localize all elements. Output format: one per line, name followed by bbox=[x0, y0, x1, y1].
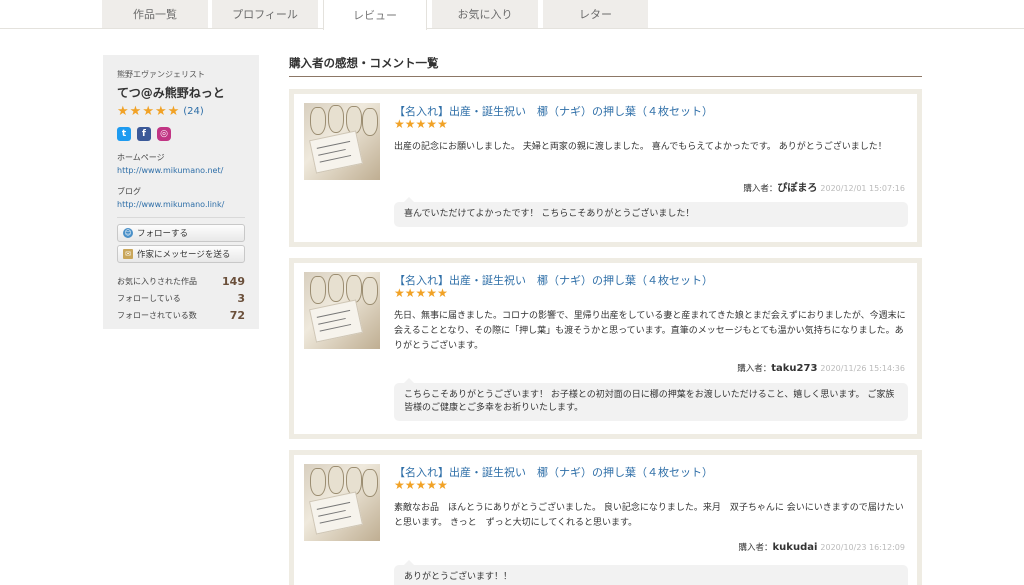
tab-reviews[interactable]: レビュー bbox=[323, 0, 427, 30]
buyer-prefix: 購入者： bbox=[738, 543, 773, 553]
star-icon: ★ bbox=[415, 117, 427, 131]
blog-link[interactable]: http://www.mikumano.link/ bbox=[117, 200, 245, 209]
stat-label: お気に入りされた作品 bbox=[117, 277, 197, 286]
review-comment: 出産の記念にお願いしました。 夫婦と両家の親に渡しました。 喜んでもらえてよかっ… bbox=[394, 142, 887, 152]
review-comment: 先日、無事に届きました。コロナの影響で、里帰り出産をしている妻と産まれてきた娘と… bbox=[394, 311, 906, 351]
buyer-info: 購入者：kukudai 2020/10/23 16:12:09 bbox=[739, 541, 905, 553]
star-icon: ★ bbox=[437, 478, 448, 492]
star-icon: ★ bbox=[404, 286, 416, 300]
review-card-body: 【名入れ】出産・誕生祝い 梛（ナギ）の押し葉（４枚セット） ★ ★ ★ ★ ★ 先日、無… bbox=[294, 263, 917, 434]
send-message-button[interactable]: ✉ 作家にメッセージを送る bbox=[117, 245, 245, 263]
tab-bar: 作品一覧 プロフィール レビュー お気に入り レター bbox=[0, 0, 1024, 30]
homepage-label: ホームページ bbox=[117, 153, 165, 162]
tab-works[interactable]: 作品一覧 bbox=[102, 0, 208, 28]
tab-letter[interactable]: レター bbox=[543, 0, 648, 28]
mail-icon: ✉ bbox=[123, 249, 133, 259]
product-thumbnail[interactable] bbox=[304, 103, 380, 180]
stat-label: フォローされている数 bbox=[117, 311, 197, 320]
twitter-icon[interactable]: t bbox=[117, 127, 131, 141]
profile-stats: お気に入りされた作品 149 フォローしている 3 フォローされている数 72 bbox=[117, 273, 245, 324]
profile-sidebar: 熊野エヴァンジェリスト てつ@み熊野ねっと ★ ★ ★ ★ ★ (24) t f… bbox=[103, 55, 259, 329]
stat-value: 72 bbox=[229, 309, 245, 322]
social-links: t f ◎ bbox=[117, 127, 245, 141]
star-icon: ★ bbox=[437, 286, 448, 300]
homepage-link[interactable]: http://www.mikumano.net/ bbox=[117, 166, 245, 175]
review-rating: ★ ★ ★ ★ ★ bbox=[394, 479, 448, 491]
buyer-name[interactable]: ぴぽまろ bbox=[777, 183, 817, 194]
stat-value: 149 bbox=[222, 275, 245, 288]
star-icon: ★ bbox=[394, 478, 405, 492]
review-card: 【名入れ】出産・誕生祝い 梛（ナギ）の押し葉（４枚セット） ★ ★ ★ ★ ★ 先日、無… bbox=[289, 258, 922, 439]
title-divider bbox=[289, 76, 922, 77]
tab-profile[interactable]: プロフィール bbox=[212, 0, 318, 28]
review-card-body: 【名入れ】出産・誕生祝い 梛（ナギ）の押し葉（４枚セット） ★ ★ ★ ★ ★ 素敵なお… bbox=[294, 455, 917, 585]
review-date: 2020/10/23 16:12:09 bbox=[820, 543, 905, 552]
star-icon: ★ bbox=[167, 104, 180, 119]
profile-name[interactable]: てつ@み熊野ねっと bbox=[117, 84, 245, 101]
buyer-prefix: 購入者： bbox=[743, 184, 778, 194]
stat-row: フォローされている数 72 bbox=[117, 307, 245, 324]
buyer-info: 購入者：taku273 2020/11/26 15:14:36 bbox=[737, 362, 905, 374]
buyer-info: 購入者：ぴぽまろ 2020/12/01 15:07:16 bbox=[743, 179, 905, 194]
buyer-name[interactable]: taku273 bbox=[771, 363, 817, 374]
star-icon: ★ bbox=[426, 286, 438, 300]
smile-icon: ☺ bbox=[123, 228, 133, 238]
star-icon: ★ bbox=[415, 478, 427, 492]
follow-button[interactable]: ☺ フォローする bbox=[117, 224, 245, 242]
follow-button-label: フォローする bbox=[137, 229, 189, 239]
product-thumbnail[interactable] bbox=[304, 464, 380, 541]
page-title: 購入者の感想・コメント一覧 bbox=[289, 56, 439, 70]
buyer-name[interactable]: kukudai bbox=[773, 542, 818, 553]
profile-subtitle: 熊野エヴァンジェリスト bbox=[117, 70, 205, 79]
star-icon: ★ bbox=[415, 286, 427, 300]
author-reply: こちらこそありがとうございます！ お子様との初対面の日に梛の押葉をお渡しいただけ… bbox=[394, 378, 908, 421]
tab-favorites[interactable]: お気に入り bbox=[432, 0, 538, 28]
review-count-link[interactable]: (24) bbox=[183, 106, 204, 117]
review-date: 2020/11/26 15:14:36 bbox=[820, 364, 905, 373]
star-icon: ★ bbox=[154, 104, 167, 119]
buyer-prefix: 購入者： bbox=[737, 364, 772, 374]
review-card: 【名入れ】出産・誕生祝い 梛（ナギ）の押し葉（４枚セット） ★ ★ ★ ★ ★ 出産の記… bbox=[289, 89, 922, 247]
blog-label: ブログ bbox=[117, 187, 141, 196]
review-card: 【名入れ】出産・誕生祝い 梛（ナギ）の押し葉（４枚セット） ★ ★ ★ ★ ★ 素敵なお… bbox=[289, 450, 922, 585]
author-reply: ありがとうございます！！ bbox=[394, 560, 908, 585]
review-rating: ★ ★ ★ ★ ★ bbox=[394, 287, 448, 299]
star-icon: ★ bbox=[437, 117, 448, 131]
stat-value: 3 bbox=[237, 292, 245, 305]
instagram-icon[interactable]: ◎ bbox=[157, 127, 171, 141]
author-reply: 喜んでいただけてよかったです！ こちらこそありがとうございました！ bbox=[394, 197, 908, 227]
stat-label: フォローしている bbox=[117, 294, 181, 303]
stat-row: フォローしている 3 bbox=[117, 290, 245, 307]
review-date: 2020/12/01 15:07:16 bbox=[820, 184, 905, 193]
review-card-body: 【名入れ】出産・誕生祝い 梛（ナギ）の押し葉（４枚セット） ★ ★ ★ ★ ★ 出産の記… bbox=[294, 94, 917, 242]
stat-row: お気に入りされた作品 149 bbox=[117, 273, 245, 290]
send-message-label: 作家にメッセージを送る bbox=[137, 250, 231, 260]
star-icon: ★ bbox=[142, 104, 154, 119]
facebook-icon[interactable]: f bbox=[137, 127, 151, 141]
review-comment: 素敵なお品 ほんとうにありがとうございました。 良い記念になりました。来月 双子… bbox=[394, 503, 904, 528]
star-icon: ★ bbox=[404, 478, 416, 492]
product-thumbnail[interactable] bbox=[304, 272, 380, 349]
profile-rating: ★ ★ ★ ★ ★ (24) bbox=[117, 105, 245, 118]
star-icon: ★ bbox=[404, 117, 416, 131]
star-icon: ★ bbox=[117, 104, 129, 119]
review-rating: ★ ★ ★ ★ ★ bbox=[394, 118, 448, 130]
star-icon: ★ bbox=[394, 286, 405, 300]
star-icon: ★ bbox=[394, 117, 405, 131]
star-icon: ★ bbox=[426, 117, 438, 131]
star-icon: ★ bbox=[426, 478, 438, 492]
sidebar-divider bbox=[117, 217, 245, 218]
star-icon: ★ bbox=[129, 104, 142, 119]
